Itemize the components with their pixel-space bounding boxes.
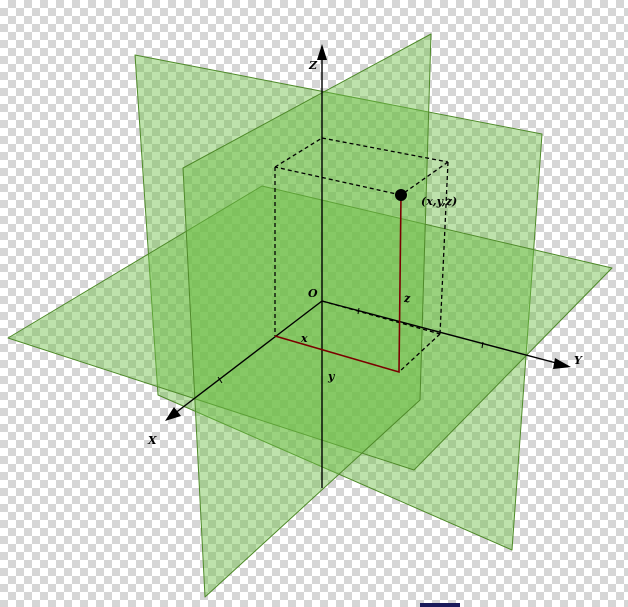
axis-y-label: Y	[574, 354, 583, 367]
origin-label: O	[308, 287, 318, 300]
x-arrowhead	[165, 407, 181, 421]
point-marker	[395, 189, 407, 201]
axis-x-label: X	[147, 434, 157, 447]
z-arrowhead	[317, 44, 327, 60]
y-arrowhead	[553, 358, 571, 369]
bottom-bar	[420, 603, 460, 607]
point-label: (x,y,z)	[421, 195, 457, 208]
coord-z-label: z	[403, 292, 411, 305]
coordinate-diagram: Z Y X O (x,y,z) x y z	[7, 33, 613, 607]
coord-x-label: x	[300, 332, 308, 345]
axis-z-label: Z	[308, 59, 318, 72]
